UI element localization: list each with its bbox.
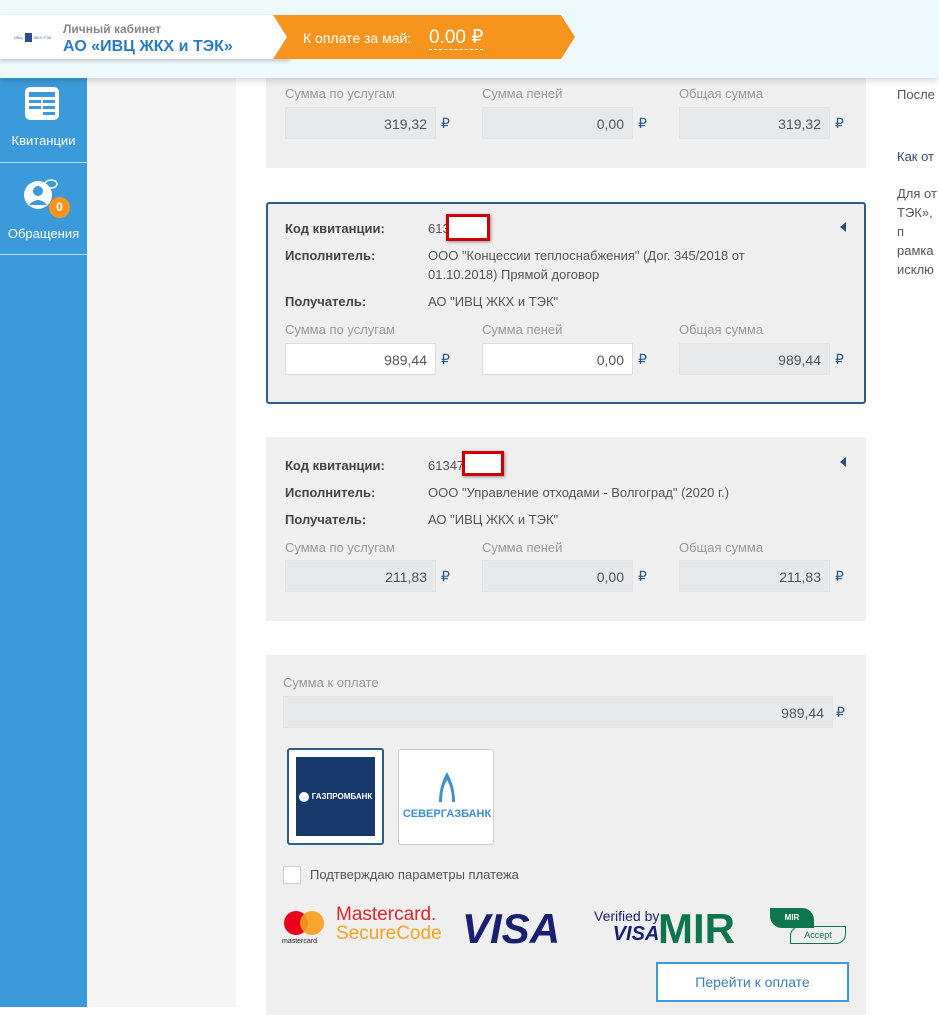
services-label: Сумма по услугам (285, 540, 395, 555)
redaction-box (462, 451, 504, 476)
services-input[interactable]: 989,44 (285, 343, 436, 375)
collapse-icon[interactable] (840, 222, 846, 232)
visa-logo: VISA (462, 905, 561, 952)
collapse-icon[interactable] (840, 457, 846, 467)
total-label: Общая сумма (679, 86, 764, 101)
brand-block[interactable]: ИВЦ ЖКХ·ТЭК Личный кабинет АО «ИВЦ ЖКХ и … (0, 15, 290, 59)
right-panel: После Как от Для от ТЭК», п рамка исклю (880, 78, 939, 1007)
due-amount[interactable]: 0.00 ₽ (429, 26, 484, 50)
ruble-sign: ₽ (441, 115, 450, 131)
code-label: Код квитанции: (285, 458, 385, 473)
cabinet-label: Личный кабинет (63, 22, 162, 36)
right-panel-heading: Как от (897, 149, 935, 164)
bank-gazprombank[interactable]: ГАЗПРОМБАНК (287, 748, 384, 845)
penalty-input[interactable]: 0,00 (482, 343, 633, 375)
redaction-box (446, 214, 490, 241)
receipt-card: Сумма по услугам Сумма пеней Общая сумма… (266, 78, 866, 168)
ruble-sign: ₽ (835, 568, 844, 584)
confirm-label[interactable]: Подтверждаю параметры платежа (310, 867, 519, 882)
securecode-logo: Mastercard. SecureCode (336, 904, 442, 944)
sidebar-item-label: Квитанции (11, 133, 76, 148)
services-label: Сумма по услугам (285, 86, 395, 101)
due-label: К оплате за май: (303, 30, 412, 46)
mastercard-logo: mastercard (282, 909, 332, 949)
ruble-sign: ₽ (836, 704, 845, 720)
mir-logo: MIR (658, 905, 735, 952)
top-header: ИВЦ ЖКХ·ТЭК Личный кабинет АО «ИВЦ ЖКХ и … (0, 0, 939, 78)
appeals-badge: 0 (49, 197, 70, 218)
services-field: 211,83 (285, 560, 436, 592)
receipt-code: 61347 (428, 458, 465, 473)
confirm-checkbox[interactable] (283, 866, 301, 884)
total-field: 319,32 (679, 107, 830, 139)
sum-label: Сумма к оплате (283, 675, 379, 690)
right-panel-text: После (897, 87, 935, 102)
receipt-icon (25, 87, 59, 120)
flame-icon (439, 772, 455, 802)
receipt-card: Код квитанции: 61347 Исполнитель: ООО "У… (266, 437, 866, 621)
ruble-sign: ₽ (441, 351, 450, 367)
ruble-sign: ₽ (638, 351, 647, 367)
sidebar-item-appeals[interactable]: 0 Обращения (0, 164, 87, 255)
penalty-field: 0,00 (482, 107, 633, 139)
verified-by-visa-logo: Verified by VISA (594, 908, 660, 945)
executor-label: Исполнитель: (285, 485, 376, 500)
executor-value: ООО "Концессии теплоснабжения" (Дог. 345… (428, 248, 745, 282)
due-banner: К оплате за май: 0.00 ₽ (273, 15, 575, 59)
company-logo: ИВЦ ЖКХ·ТЭК (14, 32, 52, 42)
code-label: Код квитанции: (285, 221, 385, 236)
executor-label: Исполнитель: (285, 248, 376, 263)
ruble-sign: ₽ (441, 568, 450, 584)
recipient-label: Получатель: (285, 294, 367, 309)
left-gutter (87, 78, 236, 1007)
sidebar-item-label: Обращения (7, 226, 80, 241)
total-field: 989,44 (679, 343, 830, 375)
org-name: АО «ИВЦ ЖКХ и ТЭК» (63, 38, 233, 55)
penalty-label: Сумма пеней (482, 322, 563, 337)
sidebar: Квитанции 0 Обращения (0, 78, 87, 1007)
ruble-sign: ₽ (638, 115, 647, 131)
gazprombank-logo: ГАЗПРОМБАНК (296, 757, 375, 836)
recipient-value: АО "ИВЦ ЖКХ и ТЭК" (428, 512, 559, 527)
sum-field: 989,44 (283, 696, 833, 728)
severgazbank-logo: СЕВЕРГАЗБАНК (402, 808, 492, 820)
payment-card: Сумма к оплате 989,44 ₽ ГАЗПРОМБАНК СЕВЕ… (266, 655, 866, 1015)
proceed-to-payment-button[interactable]: Перейти к оплате (656, 962, 849, 1002)
total-field: 211,83 (679, 560, 830, 592)
receipt-card-active: Код квитанции: 613 Исполнитель: ООО "Кон… (266, 202, 866, 404)
total-label: Общая сумма (679, 322, 764, 337)
total-label: Общая сумма (679, 540, 764, 555)
payment-systems-logos: mastercard Mastercard. SecureCode VISA Ve… (282, 904, 862, 952)
recipient-label: Получатель: (285, 512, 367, 527)
executor-value: ООО "Управление отходами - Волгоград" (2… (428, 485, 730, 500)
services-label: Сумма по услугам (285, 322, 395, 337)
right-panel-paragraph: Для от ТЭК», п рамка исклю (897, 186, 937, 277)
sidebar-item-receipts[interactable]: Квитанции (0, 78, 87, 163)
recipient-value: АО "ИВЦ ЖКХ и ТЭК" (428, 294, 559, 309)
ruble-sign: ₽ (835, 115, 844, 131)
ruble-sign: ₽ (835, 351, 844, 367)
ruble-sign: ₽ (638, 568, 647, 584)
services-field: 319,32 (285, 107, 436, 139)
penalty-label: Сумма пеней (482, 86, 563, 101)
mir-accept-logo: MIR Accept (770, 908, 850, 946)
bank-severgazbank[interactable]: СЕВЕРГАЗБАНК (398, 749, 494, 845)
penalty-label: Сумма пеней (482, 540, 563, 555)
penalty-field: 0,00 (482, 560, 633, 592)
